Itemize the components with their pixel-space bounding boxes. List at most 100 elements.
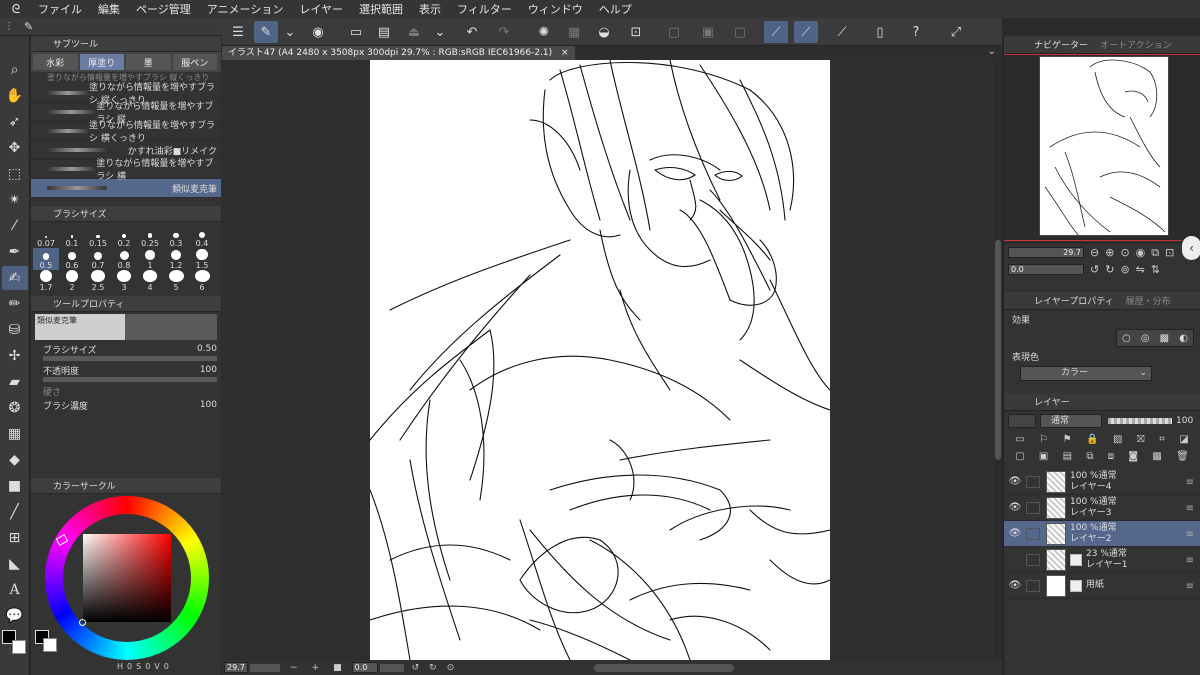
visibility-eye-icon[interactable]: 👁	[1004, 476, 1026, 487]
chevron-down-icon[interactable]: ⌄	[278, 21, 302, 43]
brush-size-option[interactable]: 1.7	[33, 270, 59, 292]
menu-edit[interactable]: 編集	[98, 1, 120, 17]
menu-layer[interactable]: レイヤー	[299, 1, 343, 17]
brush-size-option[interactable]: 0.3	[163, 226, 189, 248]
navigator-zoom-field[interactable]: 29.7	[1008, 247, 1084, 258]
snap-ruler-icon[interactable]: ⟋	[764, 21, 788, 43]
pattern-effect-icon[interactable]: ▩	[1160, 333, 1169, 344]
brush-size-option[interactable]: 2.5	[85, 270, 111, 292]
blend-mode-select[interactable]: 通常	[1040, 414, 1102, 428]
layer-color-select[interactable]	[1008, 414, 1036, 428]
brush-size-option[interactable]: 1.2	[163, 248, 189, 270]
layer-opacity-slider[interactable]	[1108, 418, 1172, 424]
brush-size-option[interactable]: 0.5	[33, 248, 59, 270]
panel-collapse-icon[interactable]: ‹	[1182, 236, 1200, 260]
airbrush-icon[interactable]: ⛁	[2, 318, 28, 342]
rotation-slider[interactable]	[379, 663, 404, 672]
apply-mask-icon[interactable]: ▩	[1152, 451, 1161, 462]
brush-size-option[interactable]: 0.25	[137, 226, 163, 248]
new-raster-layer-icon[interactable]: ▢	[1015, 451, 1024, 462]
rotation-field[interactable]: 0.0	[351, 662, 378, 673]
clear-icon[interactable]: ▢	[662, 21, 686, 43]
border-effect-icon[interactable]: ○	[1122, 333, 1131, 344]
lock-icon[interactable]: 🔒	[1086, 434, 1098, 445]
pen-icon[interactable]: ✎	[24, 20, 33, 33]
brush-tool-icon[interactable]: ✍	[1, 266, 28, 290]
layer-lock-toggle[interactable]	[1026, 527, 1040, 540]
canvas-area[interactable]	[222, 60, 994, 660]
layer-lock-toggle[interactable]	[1026, 501, 1040, 514]
figure-icon[interactable]: ╱	[2, 500, 28, 524]
layer-row[interactable]: 👁 100 %通常 レイヤー3 ≡	[1004, 495, 1200, 521]
new-folder-icon[interactable]: ▤	[1063, 451, 1072, 462]
chevron-down-icon[interactable]: ⌄	[988, 46, 996, 57]
tab-layer-property[interactable]: レイヤープロパティ	[1028, 294, 1120, 307]
menu-animation[interactable]: アニメーション	[207, 1, 284, 17]
fill-bucket-icon[interactable]: ◒	[592, 21, 616, 43]
layer-row[interactable]: 👁 100 %通常 レイヤー4 ≡	[1004, 469, 1200, 495]
tab-cloth-pen[interactable]: 服ペン	[172, 54, 217, 70]
tab-watercolor[interactable]: 水彩	[33, 54, 78, 70]
save-icon[interactable]: ⏏	[402, 21, 426, 43]
layer-lock-toggle[interactable]	[1026, 579, 1040, 592]
visibility-eye-icon[interactable]: 👁	[1004, 528, 1026, 539]
fit-screen-icon[interactable]: ⊙	[1120, 246, 1129, 259]
tab-ink[interactable]: 墨	[126, 54, 171, 70]
layer-menu-icon[interactable]: ≡	[1186, 529, 1194, 540]
brush-size-option[interactable]: 4	[137, 270, 163, 292]
layer-row[interactable]: 23 %通常 レイヤー1 ≡	[1004, 547, 1200, 573]
brush-size-option[interactable]: 0.2	[111, 226, 137, 248]
zoom-slider[interactable]	[250, 663, 280, 672]
zoom-field[interactable]: 29.7	[224, 662, 248, 673]
print-size-icon[interactable]: ⧉	[1151, 246, 1159, 260]
new-vector-layer-icon[interactable]: ▣	[1039, 451, 1048, 462]
brush-size-option[interactable]: 0.7	[85, 248, 111, 270]
undo-icon[interactable]: ↶	[460, 21, 484, 43]
redo-icon[interactable]: ↷	[492, 21, 516, 43]
blend-icon[interactable]: ❂	[2, 396, 28, 420]
ruler-icon[interactable]: ◣	[2, 552, 28, 576]
menu-help[interactable]: ヘルプ	[599, 1, 632, 17]
chevron-down-icon[interactable]: ⌄	[428, 21, 452, 43]
fit-icon[interactable]: ■	[333, 663, 342, 673]
tone-effect-icon[interactable]: ◎	[1141, 333, 1150, 344]
navigator-view[interactable]: ‹	[1004, 54, 1200, 260]
mask-icon[interactable]: ⛝	[1137, 434, 1145, 445]
selection-tool-icon[interactable]: ⬚	[2, 162, 28, 186]
rotate-right-icon[interactable]: ↻	[1105, 263, 1114, 276]
scroll-thumb[interactable]	[995, 240, 1001, 460]
sub-color-chip[interactable]	[43, 638, 57, 652]
delete-layer-icon[interactable]: 🗑	[1176, 451, 1189, 462]
snap-grid-icon[interactable]: ⟋	[830, 21, 854, 43]
fill-icon[interactable]: ◆	[2, 448, 28, 472]
frame-icon[interactable]: ⊞	[2, 526, 28, 550]
opacity-row[interactable]: 不透明度 100	[31, 363, 221, 377]
open-folder-icon[interactable]: ▤	[372, 21, 396, 43]
layer-menu-icon[interactable]: ≡	[1186, 581, 1194, 592]
grid-icon[interactable]: ▢	[728, 21, 752, 43]
decoration-icon[interactable]: ✢	[2, 344, 28, 368]
brush-size-option[interactable]: 1.5	[189, 248, 215, 270]
menu-window[interactable]: ウィンドウ	[528, 1, 583, 17]
record-icon[interactable]: ◉	[306, 21, 330, 43]
flip-horizontal-icon[interactable]: ⇋	[1136, 263, 1145, 276]
brush-size-option[interactable]: 0.15	[85, 226, 111, 248]
zoom-in-icon[interactable]: +	[312, 663, 320, 673]
tab-navigator[interactable]: ナビゲーター	[1028, 38, 1094, 51]
brush-size-option[interactable]: 0.6	[59, 248, 85, 270]
menu-file[interactable]: ファイル	[38, 1, 82, 17]
deselect-icon[interactable]: ▦	[562, 21, 586, 43]
expression-color-select[interactable]: カラー ⌄	[1020, 366, 1152, 381]
brush-size-option[interactable]: 6	[189, 270, 215, 292]
brush-size-option[interactable]: 0.4	[189, 226, 215, 248]
new-file-icon[interactable]: ▭	[344, 21, 368, 43]
lock-draft-icon[interactable]: ⚑	[1063, 434, 1072, 445]
zoom-tool-icon[interactable]: ⌕	[2, 58, 28, 82]
density-row[interactable]: ブラシ濃度 100	[31, 398, 221, 412]
grip-icon[interactable]: ⋮	[4, 21, 14, 32]
flip-vertical-icon[interactable]: ⇅	[1151, 263, 1160, 276]
pen-mode-icon[interactable]: ✎	[254, 21, 278, 43]
ruler-icon[interactable]: ⌗	[1159, 434, 1165, 445]
layer-row[interactable]: 👁 100 %通常 レイヤー2 ≡	[1004, 521, 1200, 547]
visibility-eye-icon[interactable]: 👁	[1004, 502, 1026, 513]
